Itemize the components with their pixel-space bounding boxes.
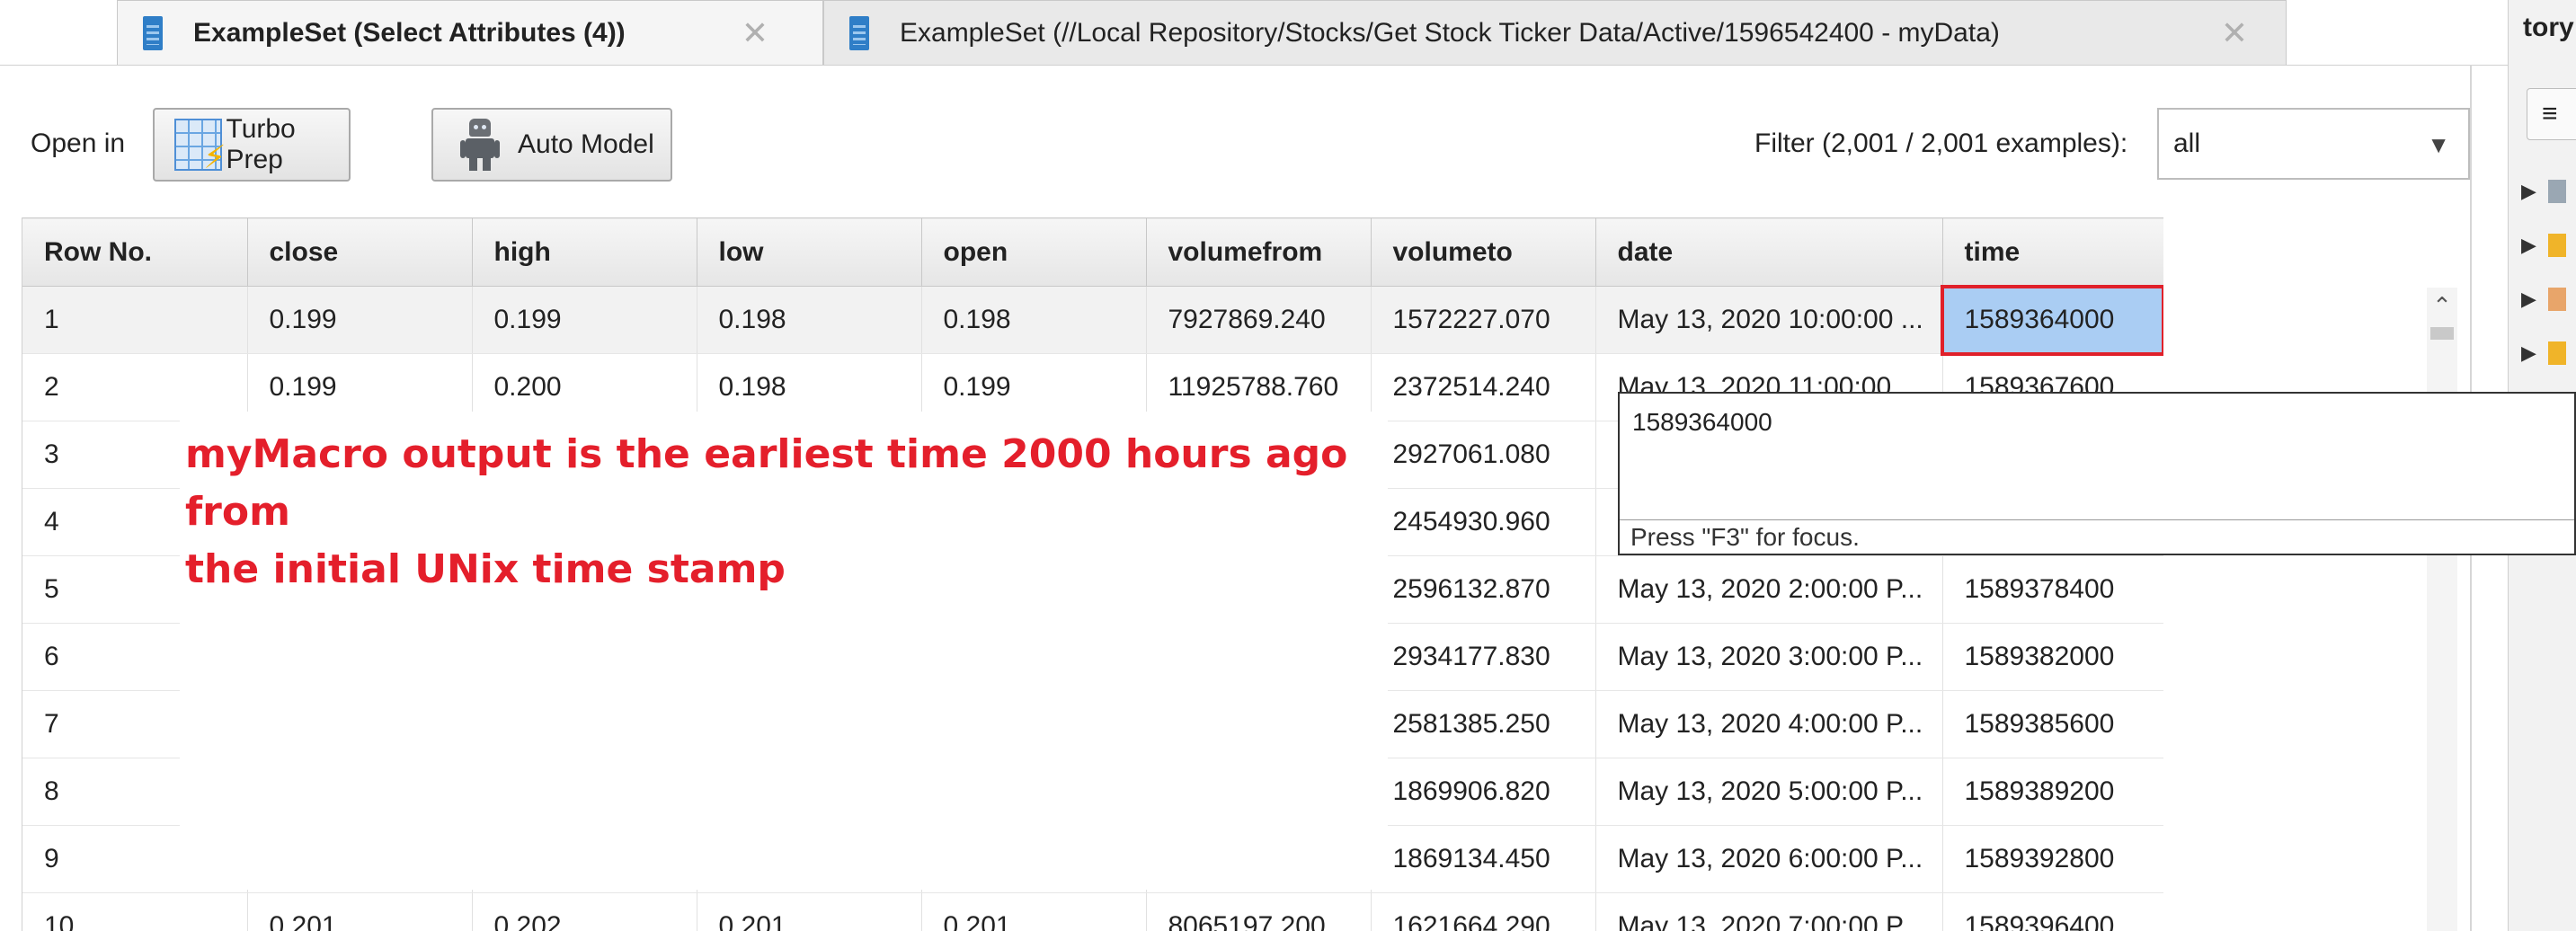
table-cell[interactable]: 1869906.820 [1371,758,1596,826]
table-cell[interactable]: 1589378400 [1942,555,2163,624]
table-cell[interactable]: 0.199 [247,286,473,354]
tooltip-divider [1620,519,2574,520]
robot-icon [460,119,500,171]
table-cell[interactable]: 0.199 [472,286,697,354]
table-cell[interactable]: 2454930.960 [1371,488,1596,556]
tooltip-hint: Press "F3" for focus. [1630,523,1860,551]
turbo-prep-button[interactable]: Turbo Prep [153,108,351,182]
table-cell[interactable]: 2934177.830 [1371,623,1596,691]
turbo-prep-label: Turbo Prep [226,114,296,174]
table-cell[interactable]: 0.198 [921,286,1147,354]
table-cell[interactable]: May 13, 2020 6:00:00 P... [1595,825,1943,893]
table-cell[interactable]: 7927869.240 [1146,286,1372,354]
column-header-close[interactable]: close [247,217,473,287]
annotation-line-2: the initial UNix time stamp [185,546,786,592]
auto-model-label: Auto Model [518,129,654,159]
table-cell[interactable]: May 13, 2020 7:00:00 P... [1595,892,1943,931]
tab-label: ExampleSet (Select Attributes (4)) [193,17,626,48]
table-cell[interactable]: 1589392800 [1942,825,2163,893]
column-header-time[interactable]: time [1942,217,2163,287]
table-cell[interactable]: 2927061.080 [1371,421,1596,489]
dropdown-caret-icon: ▼ [2427,131,2450,158]
table-cell[interactable]: May 13, 2020 4:00:00 P... [1595,690,1943,758]
document-icon [849,15,873,50]
vertical-scrollbar[interactable]: ⌃ [2427,288,2457,931]
table-cell[interactable]: 0.198 [697,286,922,354]
cell-tooltip: 1589364000 Press "F3" for focus. [1618,392,2576,555]
close-icon[interactable]: ✕ [742,14,768,52]
auto-model-button[interactable]: Auto Model [431,108,672,182]
table-cell[interactable]: 1 [22,286,248,354]
annotation-line-1: myMacro output is the earliest time 2000… [185,431,1348,535]
table-row[interactable]: 10 0.201 0.202 0.201 0.201 8065197.200 1… [22,892,2163,931]
table-cell[interactable]: 0.202 [472,892,697,931]
table-cell[interactable]: 2581385.250 [1371,690,1596,758]
tree-node-icon [2548,180,2566,203]
tree-expand-icon[interactable]: ▶ [2521,180,2536,203]
table-cell[interactable]: 0.201 [921,892,1147,931]
table-cell[interactable]: 1621664.290 [1371,892,1596,931]
table-cell[interactable]: 2596132.870 [1371,555,1596,624]
column-header-volumeto[interactable]: volumeto [1371,217,1596,287]
tooltip-value: 1589364000 [1632,408,1772,436]
table-cell[interactable]: 0.201 [247,892,473,931]
table-row[interactable]: 1 0.199 0.199 0.198 0.198 7927869.240 15… [22,284,2163,356]
tab-strip: ExampleSet (Select Attributes (4)) ✕ Exa… [0,0,2508,66]
tab-label: ExampleSet (//Local Repository/Stocks/Ge… [900,17,2000,48]
table-cell[interactable]: 1869134.450 [1371,825,1596,893]
document-icon [143,15,166,50]
table-cell[interactable]: 0.201 [697,892,922,931]
turbo-prep-icon [174,119,227,176]
column-header-date[interactable]: date [1595,217,1943,287]
tab-exampleset-local-repository[interactable]: ExampleSet (//Local Repository/Stocks/Ge… [823,0,2287,65]
folder-icon [2548,234,2566,257]
folder-icon [2548,341,2566,365]
table-header-row: Row No. close high low open volumefrom v… [22,217,2163,287]
filter-value: all [2173,129,2201,158]
table-cell[interactable]: May 13, 2020 3:00:00 P... [1595,623,1943,691]
table-cell[interactable]: May 13, 2020 10:00:00 ... [1595,286,1943,354]
close-icon[interactable]: ✕ [2221,14,2248,52]
tree-expand-icon[interactable]: ▶ [2521,288,2536,311]
annotation-text: myMacro output is the earliest time 2000… [185,426,1372,598]
table-cell[interactable]: May 13, 2020 2:00:00 P... [1595,555,1943,624]
menu-icon[interactable]: ≡ [2527,88,2576,140]
tree-expand-icon[interactable]: ▶ [2521,234,2536,257]
user-icon [2548,288,2566,311]
tree-expand-icon[interactable]: ▶ [2521,341,2536,365]
table-cell[interactable]: 1589389200 [1942,758,2163,826]
table-cell[interactable]: 2372514.240 [1371,353,1596,421]
scroll-up-icon[interactable]: ⌃ [2427,288,2457,324]
table-cell[interactable]: 10 [22,892,248,931]
scroll-thumb[interactable] [2430,327,2454,340]
table-cell[interactable]: 1589385600 [1942,690,2163,758]
column-header-open[interactable]: open [921,217,1147,287]
table-cell[interactable]: 8065197.200 [1146,892,1372,931]
open-in-label: Open in [31,129,126,158]
column-header-row-no[interactable]: Row No. [22,217,248,287]
tab-exampleset-select-attributes[interactable]: ExampleSet (Select Attributes (4)) ✕ [117,0,823,65]
filter-select[interactable]: all ▼ [2157,108,2470,180]
table-cell[interactable]: 1589382000 [1942,623,2163,691]
table-cell[interactable]: May 13, 2020 5:00:00 P... [1595,758,1943,826]
column-header-volumefrom[interactable]: volumefrom [1146,217,1372,287]
repository-panel-title: tory [2523,13,2574,42]
table-cell[interactable]: 1572227.070 [1371,286,1596,354]
table-cell[interactable]: 1589396400 [1942,892,2163,931]
selected-time-cell[interactable]: 1589364000 [1941,284,2163,356]
column-header-high[interactable]: high [472,217,697,287]
column-header-low[interactable]: low [697,217,922,287]
filter-label: Filter (2,001 / 2,001 examples): [1754,129,2128,158]
